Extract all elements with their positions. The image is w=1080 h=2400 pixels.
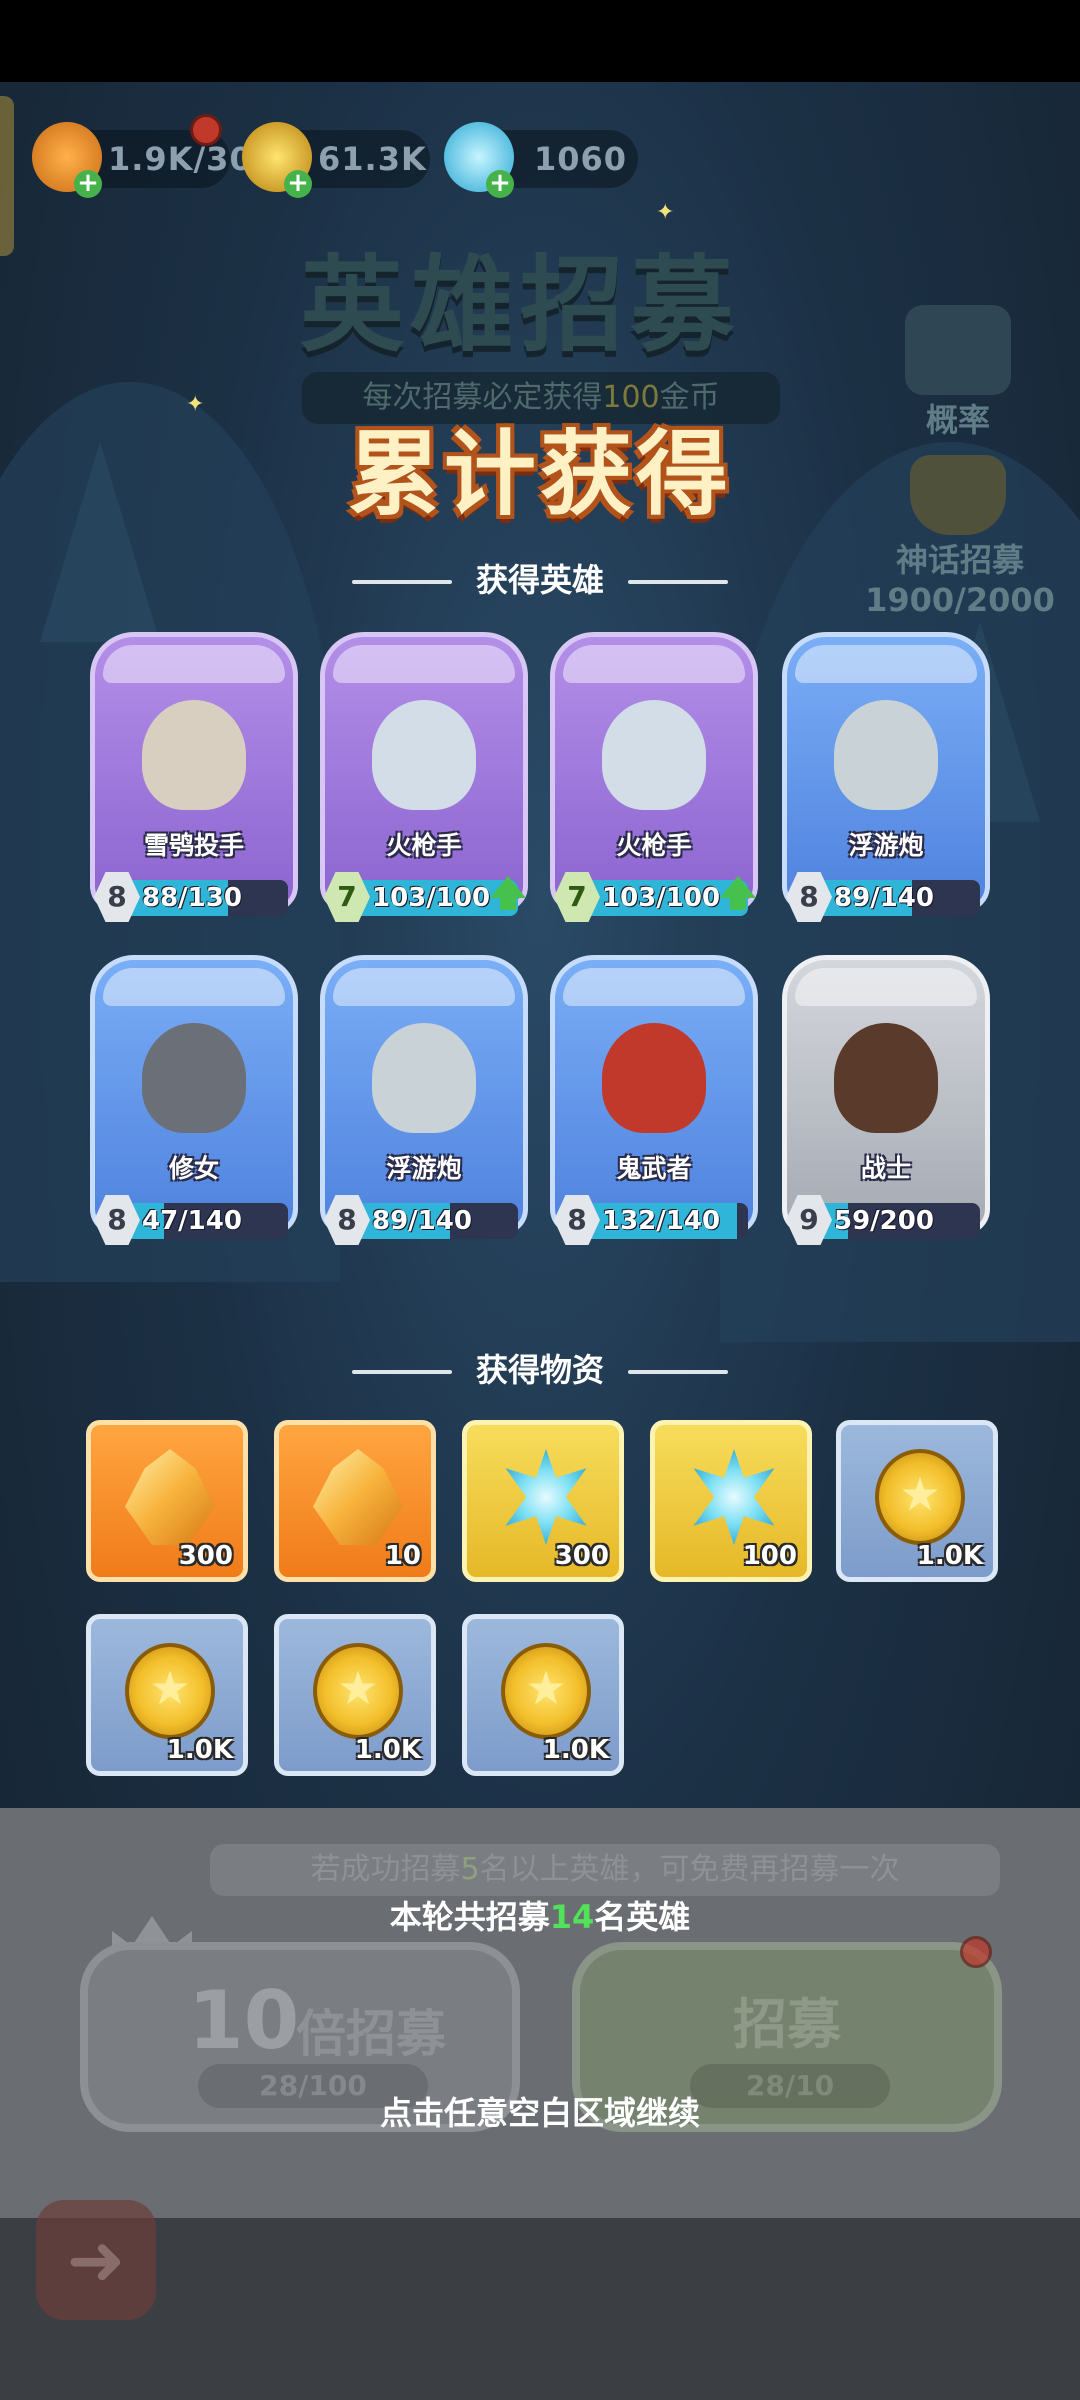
upgrade-arrow-icon: [720, 876, 756, 910]
reward-item[interactable]: 300: [86, 1420, 248, 1582]
single-recruit-label: 招募: [733, 1993, 841, 2056]
hero-card[interactable]: 战士 9 59/200: [782, 955, 990, 1255]
recruit-title: 英雄招募: [300, 244, 741, 366]
add-gem-icon[interactable]: +: [486, 170, 514, 198]
stamina-counter[interactable]: + 1.9K/30: [32, 114, 252, 198]
ice-crystal-icon: [505, 1449, 587, 1545]
gold-coin-icon: [501, 1643, 591, 1739]
hero-shard-count: 47/140: [142, 1206, 242, 1236]
hero-portrait-icon: [372, 700, 476, 810]
gem-counter[interactable]: + 1060: [444, 122, 638, 198]
hero-name: 火枪手: [386, 831, 462, 860]
item-quantity: 100: [742, 1541, 797, 1571]
gem-value: 1060: [534, 140, 628, 178]
hero-portrait-icon: [602, 1023, 706, 1133]
hero-shard-count: 132/140: [602, 1206, 721, 1236]
hero-name: 鬼武者: [616, 1154, 692, 1183]
hero-name: 浮游炮: [848, 831, 924, 860]
gold-coin-icon: [313, 1643, 403, 1739]
reward-item[interactable]: 1.0K: [274, 1614, 436, 1776]
hero-card[interactable]: 浮游炮 8 89/140: [320, 955, 528, 1255]
status-bar: [0, 0, 1080, 82]
hero-card[interactable]: 火枪手 7 103/100: [550, 632, 758, 932]
stamina-value: 1.9K/30: [108, 140, 253, 178]
hero-portrait-icon: [834, 1023, 938, 1133]
probability-icon[interactable]: [905, 305, 1011, 395]
tap-to-continue-text[interactable]: 点击任意空白区域继续: [0, 2088, 1080, 2134]
hero-portrait-icon: [372, 1023, 476, 1133]
bottom-dim-area: [0, 2218, 1080, 2400]
hero-portrait-icon: [834, 700, 938, 810]
item-quantity: 1.0K: [542, 1735, 609, 1765]
amber-crystal-icon: [313, 1449, 403, 1545]
hero-shard-count: 59/200: [834, 1206, 934, 1236]
hero-card[interactable]: 雪鸮投手 8 88/130: [90, 632, 298, 932]
hero-card[interactable]: 修女 8 47/140: [90, 955, 298, 1255]
reward-item[interactable]: 100: [650, 1420, 812, 1582]
ten-recruit-label: 倍招募: [296, 2005, 446, 2063]
hero-portrait-icon: [602, 700, 706, 810]
reward-item[interactable]: 1.0K: [836, 1420, 998, 1582]
gold-coin-icon: [875, 1449, 965, 1545]
item-quantity: 1.0K: [354, 1735, 421, 1765]
hero-card[interactable]: 浮游炮 8 89/140: [782, 632, 990, 932]
ten-recruit-multiplier: 10: [188, 1974, 300, 2067]
hero-card[interactable]: 火枪手 7 103/100: [320, 632, 528, 932]
item-quantity: 1.0K: [916, 1541, 983, 1571]
item-quantity: 1.0K: [166, 1735, 233, 1765]
free-recruit-hint: 若成功招募5名以上英雄，可免费再招募一次: [210, 1844, 1000, 1896]
reward-item[interactable]: 10: [274, 1420, 436, 1582]
items-section-header: 获得物资: [0, 1345, 1080, 1391]
ice-crystal-icon: [693, 1449, 775, 1545]
reward-item[interactable]: 1.0K: [462, 1614, 624, 1776]
hero-portrait-icon: [142, 700, 246, 810]
item-quantity: 300: [178, 1541, 233, 1571]
reward-item[interactable]: 300: [462, 1420, 624, 1582]
upgrade-arrow-icon: [490, 876, 526, 910]
notification-dot: [960, 1936, 992, 1968]
notification-dot: [190, 114, 222, 146]
add-gold-icon[interactable]: +: [284, 170, 312, 198]
reward-item[interactable]: 1.0K: [86, 1614, 248, 1776]
hero-name: 火枪手: [616, 831, 692, 860]
reward-summary-title: 累计获得: [347, 421, 732, 528]
back-arrow-icon[interactable]: ➜: [36, 2200, 156, 2320]
side-tab[interactable]: [0, 96, 14, 256]
gold-counter[interactable]: + 61.3K: [242, 122, 430, 198]
amber-crystal-icon: [125, 1449, 215, 1545]
add-stamina-icon[interactable]: +: [74, 170, 102, 198]
item-quantity: 300: [554, 1541, 609, 1571]
hero-name: 战士: [860, 1154, 911, 1183]
hero-shard-count: 89/140: [834, 883, 934, 913]
heroes-section-header: 获得英雄: [0, 555, 1080, 601]
gold-value: 61.3K: [318, 140, 427, 178]
hero-name: 雪鸮投手: [143, 831, 244, 860]
hero-shard-count: 89/140: [372, 1206, 472, 1236]
gold-coin-icon: [125, 1643, 215, 1739]
hero-name: 浮游炮: [386, 1154, 462, 1183]
item-quantity: 10: [384, 1541, 421, 1571]
hero-shard-count: 88/130: [142, 883, 242, 913]
hero-name: 修女: [168, 1154, 219, 1183]
hero-portrait-icon: [142, 1023, 246, 1133]
hero-card[interactable]: 鬼武者 8 132/140: [550, 955, 758, 1255]
